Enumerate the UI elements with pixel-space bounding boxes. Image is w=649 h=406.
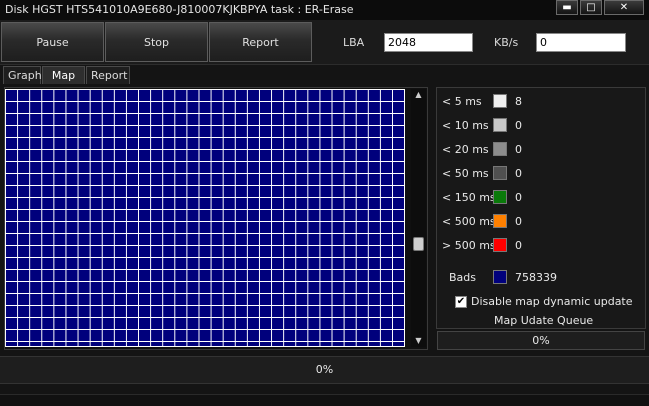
maximize-button[interactable]: □ xyxy=(580,0,602,15)
disable-map-update-checkbox[interactable]: ✔ xyxy=(455,296,467,308)
legend-count: 0 xyxy=(515,191,522,204)
disable-map-update-label: Disable map dynamic update xyxy=(471,295,633,308)
legend-count: 0 xyxy=(515,143,522,156)
legend-count: 0 xyxy=(515,239,522,252)
legend-swatch xyxy=(493,166,507,180)
minimize-button[interactable]: ▬ xyxy=(556,0,578,15)
legend-row: < 500 ms 0 xyxy=(437,214,637,230)
legend-label: < 20 ms xyxy=(442,143,489,156)
stop-button[interactable]: Stop xyxy=(105,22,208,62)
legend-label: < 50 ms xyxy=(442,167,489,180)
tab-map[interactable]: Map xyxy=(42,66,85,84)
legend-label: < 5 ms xyxy=(442,95,482,108)
legend-row: < 5 ms 8 xyxy=(437,94,637,110)
legend-row: < 20 ms 0 xyxy=(437,142,637,158)
disable-map-update-option[interactable]: ✔ Disable map dynamic update xyxy=(455,295,645,309)
legend-swatch xyxy=(493,142,507,156)
bads-label: Bads xyxy=(449,271,477,284)
bottom-border xyxy=(0,394,649,406)
legend-swatch xyxy=(493,190,507,204)
window-title: Disk HGST HTS541010A9E680-J810007KJKBPYA… xyxy=(5,3,354,16)
scroll-down-icon[interactable]: ▼ xyxy=(411,335,426,347)
pause-button[interactable]: Pause xyxy=(1,22,104,62)
map-update-queue-label: Map Udate Queue xyxy=(494,314,594,327)
block-map-grid xyxy=(5,89,405,347)
legend-row: < 10 ms 0 xyxy=(437,118,637,134)
map-queue-progress: 0% xyxy=(437,331,645,350)
maximize-icon: □ xyxy=(586,2,596,13)
tab-report[interactable]: Report xyxy=(86,66,130,84)
legend-swatch xyxy=(493,238,507,252)
legend-label: < 150 ms xyxy=(442,191,496,204)
legend-count: 8 xyxy=(515,95,522,108)
kbs-field[interactable] xyxy=(536,33,626,52)
tab-graph[interactable]: Graph xyxy=(3,66,42,84)
title-bar: Disk HGST HTS541010A9E680-J810007KJKBPYA… xyxy=(0,0,649,20)
overall-progress: 0% xyxy=(0,356,649,384)
legend-label: < 500 ms xyxy=(442,215,496,228)
legend-label: > 500 ms xyxy=(442,239,496,252)
legend-swatch xyxy=(493,94,507,108)
legend-count: 0 xyxy=(515,167,522,180)
legend-swatch xyxy=(493,118,507,132)
kbs-label: KB/s xyxy=(494,36,519,49)
bads-count: 758339 xyxy=(515,271,557,284)
lba-label: LBA xyxy=(343,36,365,49)
lba-field[interactable] xyxy=(384,33,473,52)
scroll-up-icon[interactable]: ▲ xyxy=(411,89,426,101)
legend-row-bads: Bads 758339 xyxy=(437,270,637,286)
legend-panel: < 5 ms 8 < 10 ms 0 < 20 ms 0 < 50 ms 0 <… xyxy=(436,87,646,329)
close-icon: ✕ xyxy=(619,2,629,13)
close-button[interactable]: ✕ xyxy=(604,0,644,15)
legend-count: 0 xyxy=(515,215,522,228)
minimize-icon: ▬ xyxy=(562,2,572,13)
report-button[interactable]: Report xyxy=(209,22,312,62)
legend-row: < 150 ms 0 xyxy=(437,190,637,206)
legend-count: 0 xyxy=(515,119,522,132)
legend-swatch xyxy=(493,214,507,228)
map-scrollbar[interactable]: ▲ ▼ xyxy=(411,89,426,347)
legend-row: < 50 ms 0 xyxy=(437,166,637,182)
bads-swatch xyxy=(493,270,507,284)
legend-label: < 10 ms xyxy=(442,119,489,132)
legend-row: > 500 ms 0 xyxy=(437,238,637,254)
scroll-thumb[interactable] xyxy=(413,237,424,251)
